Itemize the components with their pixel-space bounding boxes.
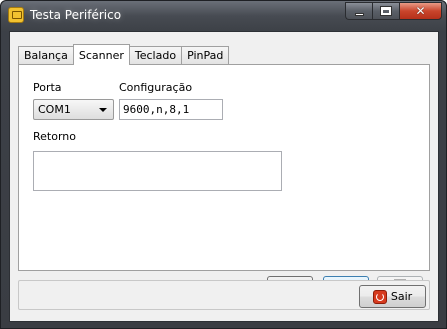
minimize-button[interactable] bbox=[345, 2, 372, 20]
peripheral-app-icon bbox=[8, 7, 24, 23]
window-title: Testa Periférico bbox=[30, 8, 122, 22]
close-button[interactable]: ✕ bbox=[399, 2, 442, 20]
porta-select-value: COM1 bbox=[38, 103, 71, 116]
app-window: Testa Periférico ✕ Balança Scanner Tecla… bbox=[0, 0, 447, 329]
close-icon: ✕ bbox=[415, 4, 426, 18]
porta-select[interactable]: COM1 bbox=[33, 99, 114, 120]
sair-button-label: Sair bbox=[390, 290, 413, 303]
porta-label: Porta bbox=[33, 81, 62, 94]
client-area: Balança Scanner Teclado PinPad Porta Con… bbox=[9, 31, 439, 322]
retorno-label: Retorno bbox=[33, 130, 76, 143]
tab-scanner[interactable]: Scanner bbox=[72, 44, 130, 65]
tab-strip: Balança Scanner Teclado PinPad bbox=[18, 44, 230, 65]
title-bar[interactable]: Testa Periférico ✕ bbox=[1, 1, 446, 31]
configuracao-label: Configuração bbox=[119, 81, 193, 94]
maximize-button[interactable] bbox=[372, 2, 399, 20]
retorno-textarea[interactable] bbox=[33, 151, 282, 191]
sair-button[interactable]: Sair bbox=[359, 285, 426, 308]
scanner-tab-panel: Porta Configuração COM1 9600,n,8,1 Retor… bbox=[18, 64, 430, 299]
tab-teclado[interactable]: Teclado bbox=[128, 46, 183, 64]
configuracao-input[interactable]: 9600,n,8,1 bbox=[119, 99, 223, 120]
maximize-icon bbox=[380, 6, 392, 16]
caption-buttons: ✕ bbox=[345, 2, 442, 20]
chevron-down-icon bbox=[99, 108, 107, 112]
minimize-icon bbox=[354, 12, 364, 16]
tab-pinpad[interactable]: PinPad bbox=[181, 46, 230, 64]
power-icon bbox=[372, 289, 387, 304]
tab-balanca[interactable]: Balança bbox=[18, 46, 74, 64]
